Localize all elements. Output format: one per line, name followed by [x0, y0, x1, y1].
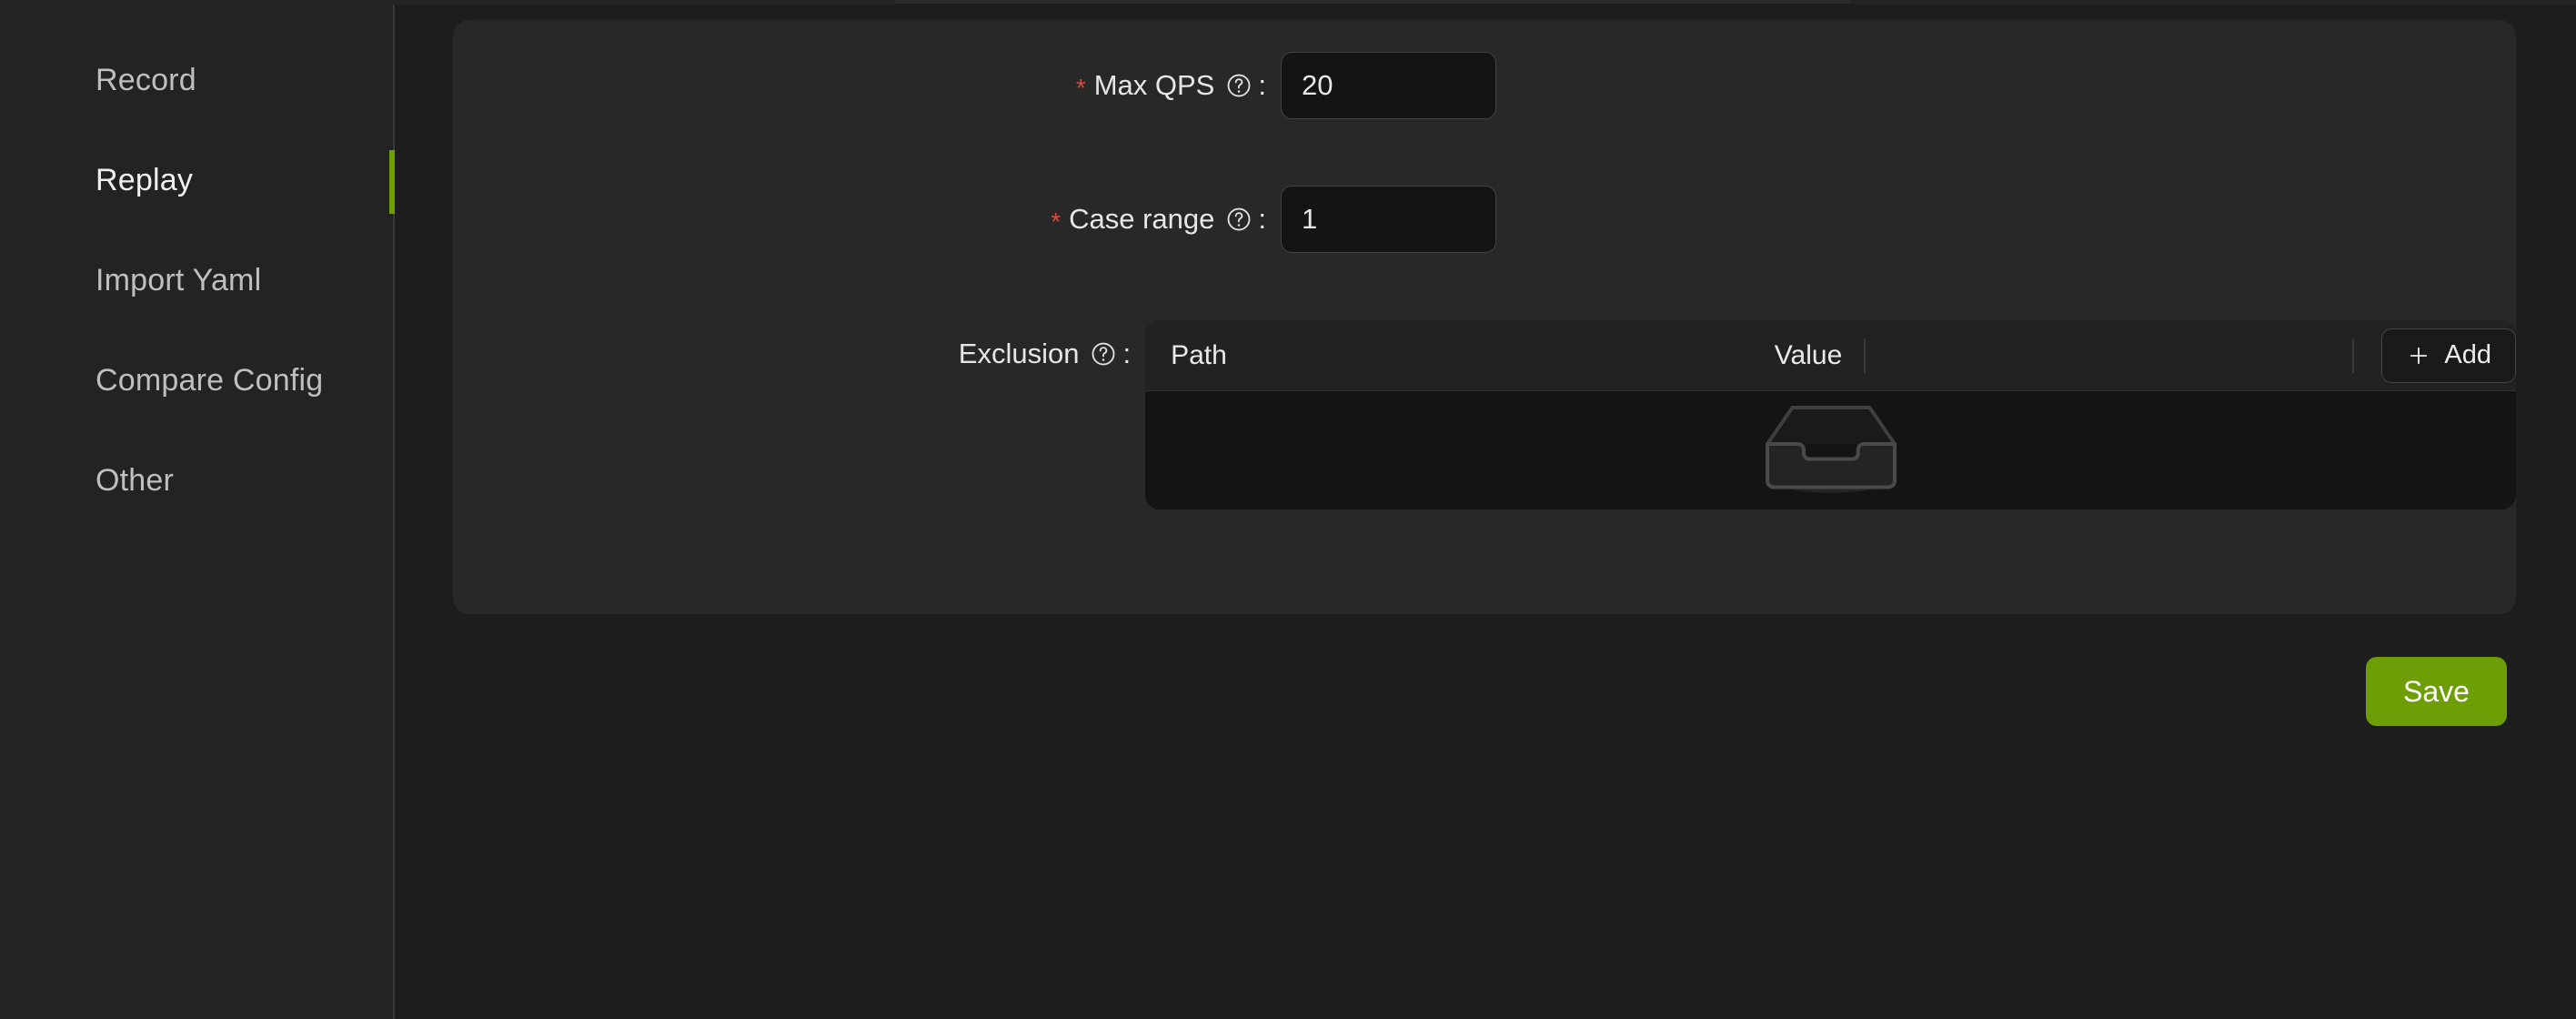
exclusion-table-body — [1145, 391, 2516, 510]
column-header-action: Add — [2352, 320, 2516, 391]
active-indicator-bar — [389, 150, 395, 214]
required-asterisk: * — [1075, 74, 1086, 102]
exclusion-table-header: Path Value Add — [1145, 320, 2516, 391]
sidebar-item-replay[interactable]: Replay — [0, 130, 395, 230]
required-asterisk: * — [1051, 207, 1062, 236]
exclusion-label: Exclusion : — [959, 320, 1131, 388]
max-qps-label-text: Max QPS — [1093, 69, 1215, 101]
empty-state — [1758, 398, 1904, 504]
exclusion-label-text: Exclusion — [958, 338, 1080, 369]
plus-icon — [2406, 343, 2431, 368]
empty-inbox-icon — [1758, 398, 1904, 504]
sidebar-item-label: Compare Config — [96, 362, 324, 398]
replay-config-card: * Max QPS : * — [453, 20, 2516, 614]
question-circle-icon[interactable] — [1225, 206, 1253, 233]
sidebar-item-compare-config[interactable]: Compare Config — [0, 330, 393, 430]
exclusion-table: Path Value Add — [1145, 320, 2516, 510]
sidebar-item-label: Other — [96, 462, 175, 498]
question-circle-icon[interactable] — [1090, 340, 1117, 368]
top-edge-segment-right — [1850, 0, 2576, 5]
save-button[interactable]: Save — [2366, 657, 2507, 726]
sidebar: Record Replay Import Yaml Compare Config… — [0, 5, 395, 1019]
case-range-label-column: * Case range : — [453, 186, 1281, 253]
max-qps-label: * Max QPS : — [1076, 52, 1266, 119]
form-row-max-qps: * Max QPS : — [453, 52, 2516, 119]
sidebar-item-label: Replay — [96, 162, 194, 197]
case-range-label-text: Case range — [1069, 203, 1215, 235]
max-qps-label-column: * Max QPS : — [453, 52, 1281, 119]
column-header-path: Path — [1145, 320, 1749, 391]
max-qps-colon: : — [1258, 69, 1266, 101]
max-qps-input[interactable] — [1281, 52, 1496, 119]
sidebar-item-label: Import Yaml — [96, 262, 262, 298]
app-root: Record Replay Import Yaml Compare Config… — [0, 0, 2576, 1019]
sidebar-item-import-yaml[interactable]: Import Yaml — [0, 230, 393, 330]
form-row-exclusion: Exclusion : Path Value Add — [453, 320, 2516, 510]
question-circle-icon[interactable] — [1225, 72, 1253, 99]
column-header-value: Value — [1774, 339, 1843, 370]
sidebar-item-record[interactable]: Record — [0, 30, 393, 130]
sidebar-item-label: Record — [96, 62, 196, 97]
form-row-case-range: * Case range : — [453, 186, 2516, 253]
sidebar-item-other[interactable]: Other — [0, 430, 393, 530]
add-exclusion-button[interactable]: Add — [2381, 328, 2516, 383]
exclusion-colon: : — [1122, 338, 1132, 369]
case-range-input[interactable] — [1281, 186, 1496, 253]
top-edge-segment-center — [895, 0, 1850, 4]
case-range-label: * Case range : — [1051, 186, 1266, 253]
case-range-colon: : — [1258, 203, 1266, 235]
exclusion-label-column: Exclusion : — [453, 320, 1145, 388]
add-button-label: Add — [2444, 340, 2491, 369]
